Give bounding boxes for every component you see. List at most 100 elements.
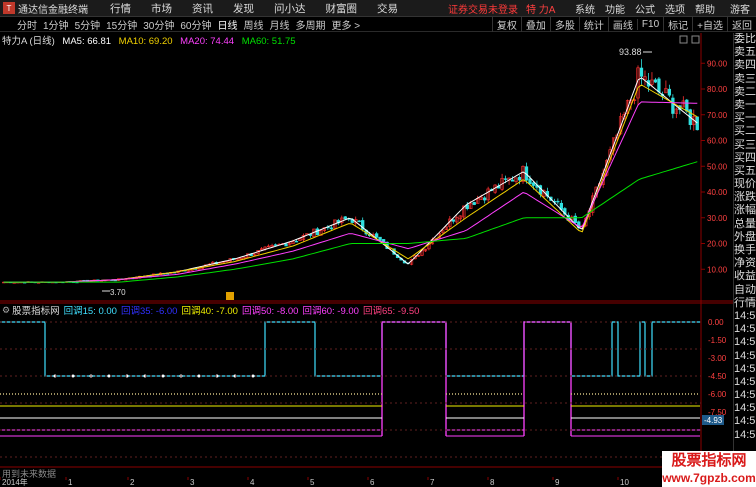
kline-chart[interactable]: 90.00 80.00 70.00 60.00 50.00 40.00 30.00 20.00…	[0, 33, 733, 477]
candle-body	[294, 240, 299, 243]
side-panel-label: 现价	[734, 178, 756, 191]
side-panel-label: 行情	[734, 296, 756, 309]
period-daily[interactable]: 日线	[215, 17, 241, 32]
menu-quotes[interactable]: 行情	[100, 1, 141, 16]
indicator-item-50: 回调50: -8.00	[241, 306, 299, 317]
menu-formula[interactable]: 公式	[630, 1, 660, 16]
watermark: 股票指标网 www.7gpzb.com	[662, 451, 756, 487]
time-tick-label: 4	[250, 478, 255, 487]
indicator-item-65: 回调65: -9.50	[362, 306, 420, 317]
period-60min[interactable]: 60分钟	[177, 17, 214, 32]
time-tick-label: 8	[490, 478, 495, 487]
time-tick-label: 5	[310, 478, 315, 487]
settings-gear-icon[interactable]: ⚙	[2, 305, 10, 316]
event-marker-icon[interactable]	[226, 292, 234, 300]
period-30min[interactable]: 30分钟	[140, 17, 177, 32]
indicator-item-60: 回调60: -9.00	[302, 306, 359, 317]
menu-help[interactable]: 帮助	[690, 1, 720, 16]
menu-trade[interactable]: 交易	[367, 1, 408, 16]
time-axis: 2014年1234567891011	[0, 477, 689, 487]
period-5min[interactable]: 5分钟	[72, 17, 104, 32]
indicator-tick-label: -4.50	[708, 372, 727, 381]
side-panel-label: 买二	[734, 125, 756, 138]
candle-body	[653, 79, 658, 83]
indicator-item-35: 回调35: -6.00	[120, 306, 178, 317]
overlay-button[interactable]: 叠加	[520, 16, 550, 32]
period-15min[interactable]: 15分钟	[103, 17, 140, 32]
low-price-label: 3.70	[110, 288, 126, 297]
f10-button[interactable]: F10	[636, 18, 663, 30]
price-tick-label: 10.00	[707, 265, 728, 274]
candle-body	[667, 88, 672, 96]
draw-line-button[interactable]: 画线	[607, 16, 637, 32]
trade-login-notice[interactable]: 证券交易未登录	[448, 1, 518, 16]
candle-body	[685, 99, 689, 112]
candle-body	[378, 236, 382, 241]
candle-body	[528, 178, 532, 185]
side-panel-label: 外盘	[734, 230, 756, 243]
add-favorite-button[interactable]: +自选	[692, 16, 727, 32]
restore-rights-button[interactable]: 复权	[491, 16, 521, 32]
indicator-block	[381, 321, 447, 436]
pane-controls[interactable]	[679, 35, 700, 44]
side-panel-label: 14:5	[734, 323, 756, 336]
ma-lines	[3, 77, 698, 283]
menu-options[interactable]: 选项	[660, 1, 690, 16]
statistics-button[interactable]: 统计	[578, 16, 608, 32]
period-more[interactable]: 更多 >	[329, 17, 364, 32]
candle-body	[639, 67, 644, 77]
indicator-item-15: 回调15: 0.00	[63, 306, 117, 317]
time-tick-label: 1	[68, 478, 73, 487]
stock-tab[interactable]: 特 力A	[526, 1, 555, 16]
time-tick-label: 3	[190, 478, 195, 487]
indicator-tick-label: 0.00	[708, 318, 724, 327]
candle-body	[556, 200, 560, 203]
side-panel-label: 14:5	[734, 415, 756, 428]
indicator-name[interactable]: 股票指标网	[12, 303, 60, 317]
menu-system[interactable]: 系统	[570, 1, 600, 16]
app-title: 通达信金融终端	[18, 4, 88, 16]
menu-ask[interactable]: 问小达	[264, 1, 316, 16]
side-panel-label: 14:5	[734, 428, 756, 441]
indicator-block	[523, 321, 572, 436]
candlesticks	[2, 59, 699, 284]
time-tick-label: 6	[370, 478, 375, 487]
side-panel-label: 卖三	[734, 72, 756, 85]
period-1min[interactable]: 1分钟	[40, 17, 72, 32]
price-axis: 90.00 80.00 70.00 60.00 50.00 40.00 30.00 20.00…	[701, 59, 728, 274]
ma-line-ma20	[3, 101, 698, 283]
side-panel-label: 净资	[734, 257, 756, 270]
period-multi[interactable]: 多周期	[293, 17, 329, 32]
guest-user[interactable]: 游客	[730, 1, 750, 16]
side-panel-label: 14:5	[734, 309, 756, 322]
candle-body	[510, 179, 515, 182]
multi-stock-button[interactable]: 多股	[549, 16, 579, 32]
menu-market[interactable]: 市场	[141, 1, 182, 16]
period-intraday[interactable]: 分时	[14, 17, 40, 32]
quote-side-panel: 委比 卖五 卖四 卖三 卖二 卖一 买一 买二 买三 买四 买五 现价 涨跌 涨幅 总量 外盘 换手 净资 收益 自动…	[733, 33, 756, 487]
period-toolbar: 分时 1分钟 5分钟 15分钟 30分钟 60分钟 日线 周线 月线 多周期 更…	[0, 16, 756, 32]
price-tick-label: 90.00	[707, 59, 728, 68]
side-panel-label: 自动	[734, 283, 756, 296]
menu-discover[interactable]: 发现	[223, 1, 264, 16]
back-button[interactable]: 返回	[727, 16, 756, 32]
side-panel-label: 收益	[734, 270, 756, 283]
menu-wealth[interactable]: 财富圈	[316, 1, 368, 16]
mark-button[interactable]: 标记	[663, 16, 692, 32]
menu-news[interactable]: 资讯	[182, 1, 223, 16]
time-tick-label: 10	[620, 478, 629, 487]
side-panel-label: 买三	[734, 138, 756, 151]
period-weekly[interactable]: 周线	[241, 17, 267, 32]
side-panel-label: 换手	[734, 244, 756, 256]
period-monthly[interactable]: 月线	[267, 17, 293, 32]
indicator-tick-label: -3.00	[708, 354, 727, 363]
menu-functions[interactable]: 功能	[600, 1, 630, 16]
time-tick-label: 2	[130, 478, 135, 487]
candle-body	[343, 216, 347, 220]
candle-body	[657, 78, 661, 93]
side-panel-label: 总量	[734, 217, 756, 230]
side-panel-label: 委比	[734, 33, 756, 45]
ma-line-ma60	[3, 161, 698, 283]
side-panel-label: 14:5	[734, 402, 756, 415]
price-tick-label: 80.00	[707, 85, 728, 94]
